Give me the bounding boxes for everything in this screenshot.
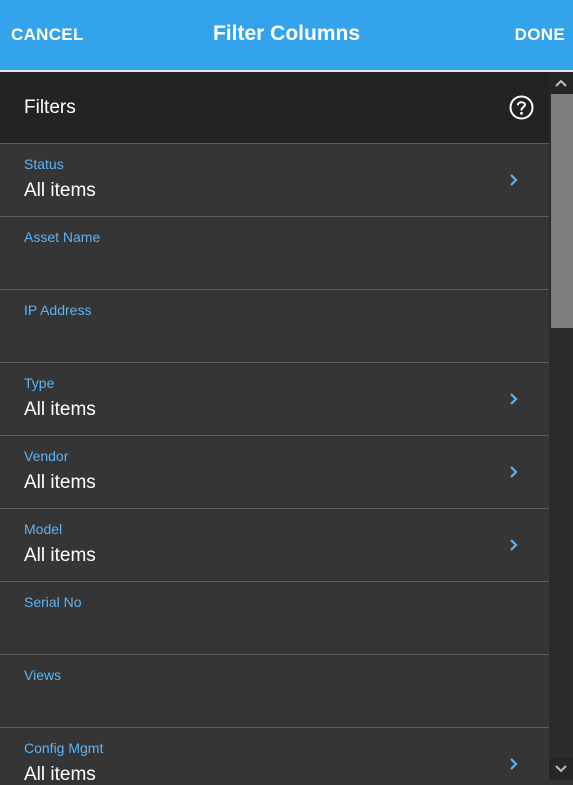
chevron-right-icon bbox=[510, 174, 518, 186]
filter-label: Vendor bbox=[24, 448, 69, 464]
filter-row[interactable]: Status All items bbox=[0, 144, 549, 217]
scroll-up-button[interactable] bbox=[549, 72, 573, 94]
filter-row[interactable]: Asset Name bbox=[0, 217, 549, 290]
filters-section-header: Filters bbox=[0, 72, 549, 144]
filter-row[interactable]: Type All items bbox=[0, 363, 549, 436]
chevron-right-icon bbox=[510, 539, 518, 551]
filter-list: Filters Status All items Asset Name IP Addr… bbox=[0, 72, 549, 780]
filter-rows: Status All items Asset Name IP Address Type A… bbox=[0, 144, 549, 780]
filter-value: All items bbox=[24, 764, 96, 780]
scrollbar[interactable] bbox=[549, 72, 573, 780]
filter-label: IP Address bbox=[24, 302, 92, 318]
filter-label: Config Mgmt bbox=[24, 740, 104, 756]
section-title: Filters bbox=[24, 97, 76, 118]
page-title: Filter Columns bbox=[212, 22, 360, 45]
filter-row[interactable]: Serial No bbox=[0, 582, 549, 655]
filter-row[interactable]: Views bbox=[0, 655, 549, 728]
chevron-right-icon bbox=[510, 758, 518, 770]
filter-label: Type bbox=[24, 375, 55, 391]
chevron-right-icon bbox=[510, 466, 518, 478]
top-app-bar: CANCEL Filter Columns DONE bbox=[0, 0, 573, 70]
help-circle-icon[interactable] bbox=[509, 95, 534, 120]
chevron-up-icon bbox=[555, 79, 567, 87]
filter-row[interactable]: Vendor All items bbox=[0, 436, 549, 509]
filter-label: Asset Name bbox=[24, 229, 101, 245]
done-button[interactable]: DONE bbox=[515, 25, 565, 45]
scrollbar-thumb[interactable] bbox=[551, 94, 573, 328]
filter-value: All items bbox=[24, 545, 96, 566]
filter-value: All items bbox=[24, 180, 96, 201]
filter-label: Status bbox=[24, 156, 64, 172]
scroll-down-button[interactable] bbox=[549, 758, 573, 780]
filter-row[interactable]: Model All items bbox=[0, 509, 549, 582]
filter-value: All items bbox=[24, 399, 96, 420]
chevron-down-icon bbox=[555, 765, 567, 773]
filter-label: Serial No bbox=[24, 594, 82, 610]
filter-label: Model bbox=[24, 521, 63, 537]
filter-value: All items bbox=[24, 472, 96, 493]
filter-row[interactable]: IP Address bbox=[0, 290, 549, 363]
filter-label: Views bbox=[24, 667, 62, 683]
chevron-right-icon bbox=[510, 393, 518, 405]
filter-row[interactable]: Config Mgmt All items bbox=[0, 728, 549, 780]
